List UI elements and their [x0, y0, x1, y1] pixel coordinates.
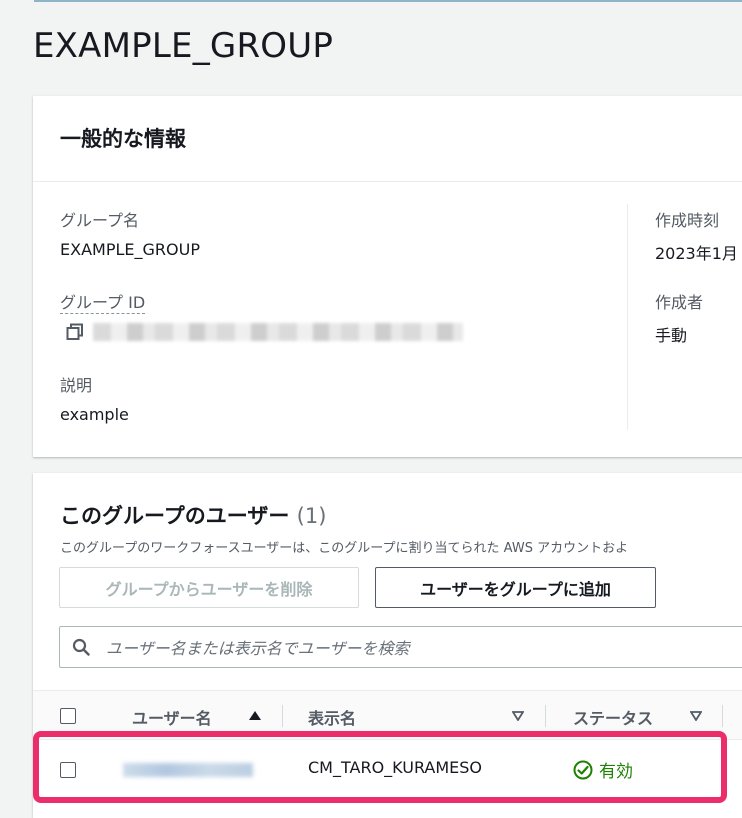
- group-users-count: (1): [296, 504, 327, 528]
- general-info-heading: 一般的な情報: [60, 127, 186, 151]
- group-name-label: グループ名: [60, 211, 140, 230]
- search-icon: [72, 638, 90, 656]
- general-info-header: 一般的な情報: [33, 96, 742, 182]
- group-users-heading: このグループのユーザー (1): [60, 500, 326, 530]
- copy-icon[interactable]: [66, 323, 84, 341]
- users-table-header: ユーザー名 表示名 ステータス: [33, 690, 742, 740]
- user-search-box[interactable]: [59, 626, 742, 669]
- created-time-value: 2023年1月: [655, 244, 738, 263]
- top-divider: [34, 0, 742, 2]
- status-badge: 有効: [573, 757, 633, 782]
- created-by-label: 作成者: [655, 293, 704, 312]
- description-value: example: [60, 405, 129, 424]
- column-divider: [627, 204, 628, 430]
- general-info-panel: 一般的な情報 グループ名 EXAMPLE_GROUP グループ ID 説明 ex…: [33, 96, 742, 457]
- select-all-checkbox[interactable]: [60, 708, 76, 724]
- group-users-description: このグループのワークフォースユーザーは、このグループに割り当てられた AWS ア…: [60, 541, 629, 556]
- status-text: 有効: [599, 762, 633, 782]
- user-search-input[interactable]: [104, 627, 742, 669]
- column-header-username[interactable]: ユーザー名: [132, 705, 212, 729]
- group-users-panel: このグループのユーザー (1) このグループのワークフォースユーザーは、このグル…: [33, 473, 742, 818]
- remove-users-button[interactable]: グループからユーザーを削除: [59, 567, 359, 608]
- group-users-heading-text: このグループのユーザー: [60, 504, 290, 528]
- created-by-value: 手動: [655, 326, 688, 345]
- add-users-button[interactable]: ユーザーをグループに追加: [375, 567, 656, 608]
- column-separator: [282, 705, 283, 727]
- group-name-value: EXAMPLE_GROUP: [60, 240, 200, 259]
- check-circle-icon: [573, 760, 593, 779]
- sort-descending-icon[interactable]: [690, 711, 702, 721]
- row-checkbox[interactable]: [60, 762, 76, 778]
- column-separator: [722, 705, 723, 727]
- group-id-value-redacted: [93, 323, 463, 341]
- group-id-label[interactable]: グループ ID: [60, 289, 146, 314]
- table-row[interactable]: CM_TARO_KURAMESO 有効: [33, 740, 742, 800]
- column-header-display-name[interactable]: 表示名: [308, 705, 356, 729]
- column-header-status[interactable]: ステータス: [573, 705, 653, 729]
- username-link-redacted[interactable]: [123, 763, 253, 777]
- page-title: EXAMPLE_GROUP: [33, 26, 334, 66]
- description-label: 説明: [60, 376, 93, 395]
- created-time-label: 作成時刻: [655, 211, 720, 230]
- column-separator: [545, 705, 546, 727]
- sort-descending-icon[interactable]: [512, 711, 524, 721]
- sort-ascending-icon[interactable]: [249, 711, 261, 720]
- display-name-cell: CM_TARO_KURAMESO: [308, 758, 483, 777]
